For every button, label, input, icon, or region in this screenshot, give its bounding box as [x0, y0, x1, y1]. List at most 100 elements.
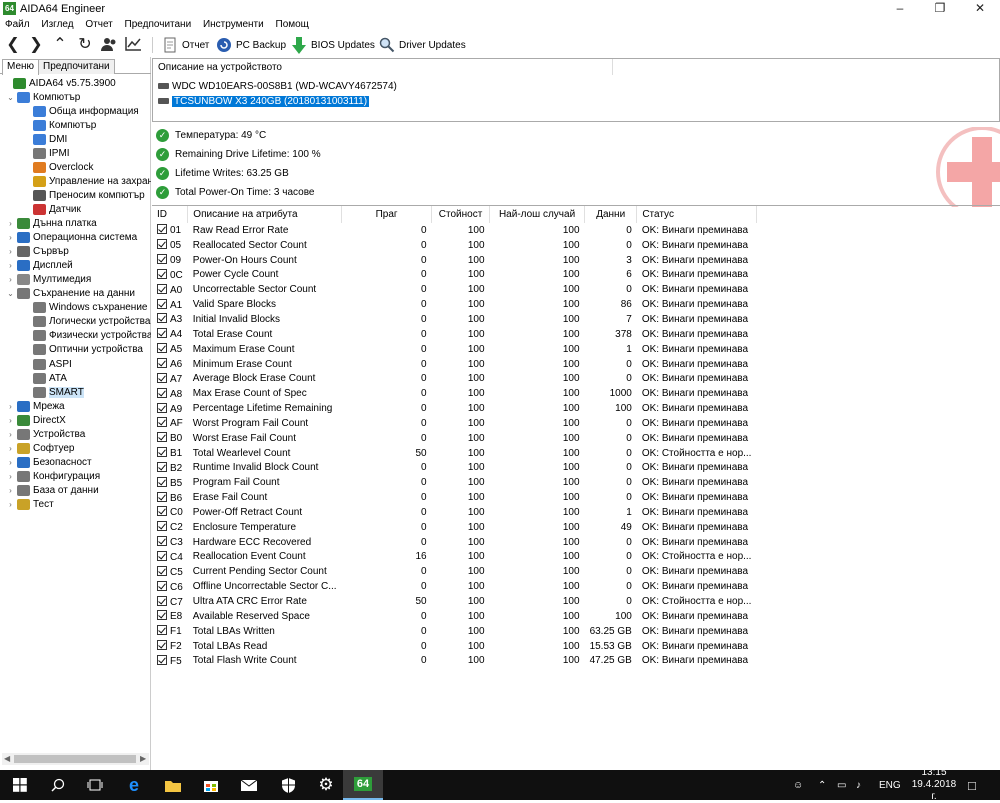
expand-toggle-icon[interactable]: ›	[6, 233, 15, 242]
attribute-checkbox[interactable]	[157, 283, 167, 294]
table-row[interactable]: 0C Power Cycle Count 0 100 100 6 OK: Винаги пр…	[152, 268, 756, 283]
tree-item[interactable]: › Конфигурация	[6, 469, 100, 483]
scroll-thumb[interactable]	[14, 755, 136, 763]
tree-item[interactable]: › DirectX	[6, 413, 66, 427]
table-row[interactable]: 09 Power-On Hours Count 0 100 100 3 OK: Винаги…	[152, 253, 756, 268]
expand-toggle-icon[interactable]: ›	[6, 430, 15, 439]
expand-toggle-icon[interactable]: ›	[6, 458, 15, 467]
menu-help[interactable]: Помощ	[271, 17, 313, 30]
minimize-button[interactable]: –	[880, 0, 920, 17]
attribute-checkbox[interactable]	[157, 550, 167, 561]
attribute-checkbox[interactable]	[157, 387, 167, 398]
expand-toggle-icon[interactable]: ›	[6, 416, 15, 425]
attribute-checkbox[interactable]	[157, 313, 167, 324]
expand-toggle-icon[interactable]: ›	[6, 261, 15, 270]
attribute-checkbox[interactable]	[157, 640, 167, 651]
tree-item[interactable]: › Мултимедия	[6, 273, 91, 287]
network-tray-icon[interactable]: ▭	[837, 770, 846, 800]
table-row[interactable]: 05 Reallocated Sector Count 0 100 100 0 OK: Ви…	[152, 238, 756, 253]
up-icon[interactable]: ⌃	[50, 36, 70, 54]
attribute-checkbox[interactable]	[157, 536, 167, 547]
table-row[interactable]: A5 Maximum Erase Count 0 100 100 1 OK: Винаги …	[152, 342, 756, 357]
attribute-checkbox[interactable]	[157, 476, 167, 487]
tree-item[interactable]: › Дисплей	[6, 259, 73, 273]
report-button[interactable]: Отчет	[162, 36, 209, 54]
table-row[interactable]: E8 Available Reserved Space 0 100 100 100 OK: …	[152, 609, 756, 624]
table-row[interactable]: C6 Offline Uncorrectable Sector C... 0 100 1…	[152, 579, 756, 594]
tree-item[interactable]: ⌄ Съхранение на данни	[6, 287, 135, 301]
attribute-checkbox[interactable]	[157, 432, 167, 443]
volume-icon[interactable]: ♪	[856, 770, 861, 800]
back-icon[interactable]: ❮	[3, 36, 23, 54]
tree-item[interactable]: DMI	[22, 132, 67, 146]
expand-toggle-icon[interactable]: ›	[6, 402, 15, 411]
tree-item[interactable]: › Дънна платка	[6, 217, 97, 231]
table-row[interactable]: F2 Total LBAs Read 0 100 100 15.53 GB OK: Вина…	[152, 639, 756, 654]
clock[interactable]: 13:15 19.4.2018 г.	[908, 767, 960, 802]
table-row[interactable]: C0 Power-Off Retract Count 0 100 100 1 OK: Вин…	[152, 505, 756, 520]
tree-item[interactable]: Физически устройства	[22, 329, 151, 343]
tree-item[interactable]: › Операционна система	[6, 231, 137, 245]
aida64-taskbar-button[interactable]: 64	[343, 770, 383, 800]
table-row[interactable]: F1 Total LBAs Written 0 100 100 63.25 GB OK: В…	[152, 624, 756, 639]
col-worst[interactable]: Най-лош случай	[489, 206, 586, 223]
tree-item[interactable]: › База от данни	[6, 483, 99, 497]
tree-item[interactable]: › Мрежа	[6, 399, 65, 413]
col-threshold[interactable]: Праг	[341, 206, 433, 223]
tab-favorites[interactable]: Предпочитани	[38, 59, 115, 74]
expand-toggle-icon[interactable]: ›	[6, 219, 15, 228]
attribute-checkbox[interactable]	[157, 625, 167, 636]
table-row[interactable]: A9 Percentage Lifetime Remaining 0 100 100 10…	[152, 401, 756, 416]
attribute-checkbox[interactable]	[157, 491, 167, 502]
menu-report[interactable]: Отчет	[80, 17, 116, 30]
col-status[interactable]: Статус	[636, 206, 757, 223]
col-id[interactable]: ID	[152, 206, 189, 223]
tree-item[interactable]: Overclock	[22, 160, 93, 174]
attribute-checkbox[interactable]	[157, 565, 167, 576]
tree-item[interactable]: › Безопасност	[6, 455, 92, 469]
expand-toggle-icon[interactable]: ›	[6, 275, 15, 284]
chart-icon[interactable]	[123, 36, 143, 54]
attribute-checkbox[interactable]	[157, 239, 167, 250]
attribute-checkbox[interactable]	[157, 461, 167, 472]
table-row[interactable]: B1 Total Wearlevel Count 50 100 100 0 OK: Стой…	[152, 446, 756, 461]
expand-toggle-icon[interactable]: ›	[6, 486, 15, 495]
attribute-checkbox[interactable]	[157, 268, 167, 279]
table-row[interactable]: A3 Initial Invalid Blocks 0 100 100 7 OK: Вина…	[152, 312, 756, 327]
tree-item[interactable]: ATA	[22, 371, 67, 385]
tree-item[interactable]: › Сървър	[6, 245, 69, 259]
device-item-selected[interactable]: TCSUNBOW X3 240GB (20180131003111)	[158, 94, 370, 108]
edge-browser-icon[interactable]: e	[114, 770, 154, 800]
table-row[interactable]: 01 Raw Read Error Rate 0 100 100 0 OK: Винаги …	[152, 223, 756, 238]
tree-item[interactable]: › Софтуер	[6, 441, 75, 455]
expand-toggle-icon[interactable]: ⌄	[6, 289, 15, 298]
menu-file[interactable]: Файл	[0, 17, 34, 30]
device-list-header[interactable]: Описание на устройството	[153, 59, 613, 75]
expand-toggle-icon[interactable]: ›	[6, 472, 15, 481]
driver-updates-button[interactable]: Driver Updates	[379, 36, 466, 54]
tree-item[interactable]: Компютър	[22, 118, 96, 132]
attribute-checkbox[interactable]	[157, 506, 167, 517]
table-row[interactable]: C5 Current Pending Sector Count 0 100 100 0 OK…	[152, 564, 756, 579]
defender-shield-icon[interactable]	[268, 770, 308, 800]
expand-toggle-icon[interactable]: ›	[6, 500, 15, 509]
tree-item[interactable]: Windows съхранение	[22, 301, 147, 315]
tree-item[interactable]: Оптични устройства	[22, 343, 143, 357]
menu-favorites[interactable]: Предпочитани	[120, 17, 196, 30]
menu-tools[interactable]: Инструменти	[198, 17, 268, 30]
user-icon[interactable]	[99, 36, 119, 54]
expand-toggle-icon[interactable]: ›	[6, 247, 15, 256]
start-button[interactable]	[0, 770, 40, 800]
forward-icon[interactable]: ❯	[26, 36, 46, 54]
table-row[interactable]: A1 Valid Spare Blocks 0 100 100 86 OK: Винаги …	[152, 297, 756, 312]
tab-menu[interactable]: Меню	[2, 59, 40, 75]
attribute-checkbox[interactable]	[157, 402, 167, 413]
attribute-checkbox[interactable]	[157, 328, 167, 339]
table-row[interactable]: C3 Hardware ECC Recovered 0 100 100 0 OK: Вина…	[152, 535, 756, 550]
tree-item[interactable]: SMART	[22, 385, 84, 399]
table-row[interactable]: B2 Runtime Invalid Block Count 0 100 100 0 OK:…	[152, 461, 756, 476]
pc-backup-button[interactable]: PC Backup	[216, 36, 286, 54]
table-row[interactable]: C7 Ultra ATA CRC Error Rate 50 100 100 0 OK: С…	[152, 594, 756, 609]
attribute-checkbox[interactable]	[157, 447, 167, 458]
attribute-checkbox[interactable]	[157, 521, 167, 532]
